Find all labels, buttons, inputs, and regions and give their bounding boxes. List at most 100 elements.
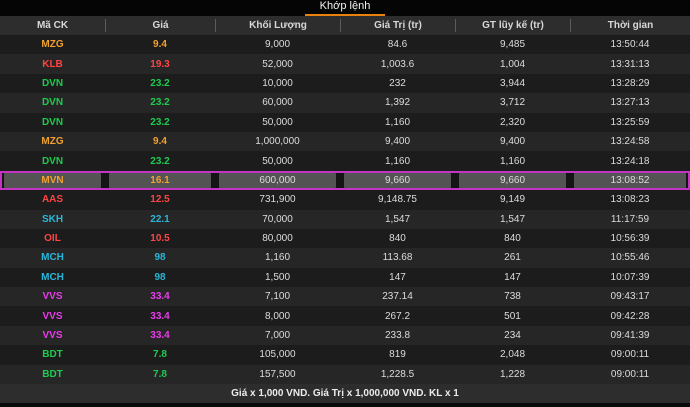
cell-value: 232: [340, 74, 455, 93]
table-header: Mã CK Giá Khối Lượng Giá Trị (tr) GT lũy…: [0, 16, 690, 35]
cell-code: DVN: [0, 93, 105, 112]
cell-time: 13:24:18: [570, 151, 690, 170]
table-row[interactable]: VVS33.47,000233.823409:41:39: [0, 326, 690, 345]
cell-total: 9,660: [455, 171, 570, 190]
cell-code: MZG: [0, 35, 105, 54]
cell-price: 23.2: [105, 93, 215, 112]
table-body: MZG9.49,00084.69,48513:50:44KLB19.352,00…: [0, 35, 690, 384]
cell-value: 113.68: [340, 248, 455, 267]
cell-volume: 8,000: [215, 306, 340, 325]
cell-price: 33.4: [105, 306, 215, 325]
cell-time: 11:17:59: [570, 210, 690, 229]
cell-value: 1,003.6: [340, 54, 455, 73]
table-row[interactable]: DVN23.210,0002323,94413:28:29: [0, 74, 690, 93]
table-row[interactable]: OIL10.580,00084084010:56:39: [0, 229, 690, 248]
cell-time: 13:08:52: [570, 171, 690, 190]
cell-time: 10:55:46: [570, 248, 690, 267]
cell-time: 09:00:11: [570, 345, 690, 364]
cell-volume: 60,000: [215, 93, 340, 112]
cell-price: 10.5: [105, 229, 215, 248]
cell-value: 1,228.5: [340, 365, 455, 384]
cell-price: 16.1: [105, 171, 215, 190]
cell-code: SKH: [0, 210, 105, 229]
cell-total: 147: [455, 268, 570, 287]
cell-code: BDT: [0, 365, 105, 384]
cell-code: MCH: [0, 248, 105, 267]
cell-volume: 52,000: [215, 54, 340, 73]
cell-volume: 105,000: [215, 345, 340, 364]
cell-value: 1,160: [340, 113, 455, 132]
cell-code: MCH: [0, 268, 105, 287]
cell-total: 1,004: [455, 54, 570, 73]
cell-code: VVS: [0, 287, 105, 306]
cell-time: 10:56:39: [570, 229, 690, 248]
cell-price: 23.2: [105, 74, 215, 93]
cell-value: 147: [340, 268, 455, 287]
tab-khop-lenh[interactable]: Khớp lệnh: [305, 0, 385, 16]
column-header-code: Mã CK: [0, 19, 105, 32]
cell-code: OIL: [0, 229, 105, 248]
table-row[interactable]: MCH981,50014714710:07:39: [0, 268, 690, 287]
table-row[interactable]: DVN23.250,0001,1601,16013:24:18: [0, 151, 690, 170]
cell-value: 233.8: [340, 326, 455, 345]
column-header-cumulative-value: GT lũy kế (tr): [455, 19, 570, 32]
cell-price: 9.4: [105, 35, 215, 54]
cell-price: 33.4: [105, 287, 215, 306]
table-row[interactable]: VVS33.47,100237.1473809:43:17: [0, 287, 690, 306]
table-row[interactable]: MCH981,160113.6826110:55:46: [0, 248, 690, 267]
cell-price: 7.8: [105, 365, 215, 384]
table-row-selected[interactable]: MVN16.1600,0009,6609,66013:08:52: [0, 171, 690, 190]
table-row[interactable]: AAS12.5731,9009,148.759,14913:08:23: [0, 190, 690, 209]
column-header-price: Giá: [105, 19, 215, 32]
table-row[interactable]: DVN23.250,0001,1602,32013:25:59: [0, 113, 690, 132]
cell-time: 13:27:13: [570, 93, 690, 112]
cell-time: 13:28:29: [570, 74, 690, 93]
cell-code: VVS: [0, 326, 105, 345]
table-row[interactable]: MZG9.49,00084.69,48513:50:44: [0, 35, 690, 54]
cell-price: 98: [105, 248, 215, 267]
cell-total: 2,320: [455, 113, 570, 132]
cell-volume: 70,000: [215, 210, 340, 229]
table-row[interactable]: BDT7.8105,0008192,04809:00:11: [0, 345, 690, 364]
cell-total: 9,400: [455, 132, 570, 151]
cell-price: 23.2: [105, 151, 215, 170]
cell-total: 261: [455, 248, 570, 267]
cell-total: 738: [455, 287, 570, 306]
cell-code: DVN: [0, 74, 105, 93]
cell-total: 2,048: [455, 345, 570, 364]
cell-price: 23.2: [105, 113, 215, 132]
cell-time: 13:50:44: [570, 35, 690, 54]
cell-total: 1,228: [455, 365, 570, 384]
table-row[interactable]: MZG9.41,000,0009,4009,40013:24:58: [0, 132, 690, 151]
cell-total: 9,485: [455, 35, 570, 54]
cell-total: 501: [455, 306, 570, 325]
table-row[interactable]: BDT7.8157,5001,228.51,22809:00:11: [0, 365, 690, 384]
table-row[interactable]: SKH22.170,0001,5471,54711:17:59: [0, 210, 690, 229]
cell-total: 1,160: [455, 151, 570, 170]
column-header-time: Thời gian: [570, 19, 690, 32]
cell-code: MVN: [0, 171, 105, 190]
cell-time: 09:42:28: [570, 306, 690, 325]
cell-volume: 50,000: [215, 113, 340, 132]
cell-code: KLB: [0, 54, 105, 73]
cell-volume: 7,000: [215, 326, 340, 345]
cell-value: 840: [340, 229, 455, 248]
cell-total: 234: [455, 326, 570, 345]
cell-time: 13:24:58: [570, 132, 690, 151]
cell-total: 9,149: [455, 190, 570, 209]
cell-time: 09:43:17: [570, 287, 690, 306]
cell-total: 1,547: [455, 210, 570, 229]
table-row[interactable]: KLB19.352,0001,003.61,00413:31:13: [0, 54, 690, 73]
cell-value: 267.2: [340, 306, 455, 325]
cell-volume: 10,000: [215, 74, 340, 93]
table-row[interactable]: VVS33.48,000267.250109:42:28: [0, 306, 690, 325]
cell-value: 819: [340, 345, 455, 364]
cell-code: MZG: [0, 132, 105, 151]
cell-value: 84.6: [340, 35, 455, 54]
table-row[interactable]: DVN23.260,0001,3923,71213:27:13: [0, 93, 690, 112]
cell-value: 1,547: [340, 210, 455, 229]
column-header-volume: Khối Lượng: [215, 19, 340, 32]
title-bar: Khớp lệnh: [0, 0, 690, 16]
cell-time: 09:41:39: [570, 326, 690, 345]
cell-price: 9.4: [105, 132, 215, 151]
